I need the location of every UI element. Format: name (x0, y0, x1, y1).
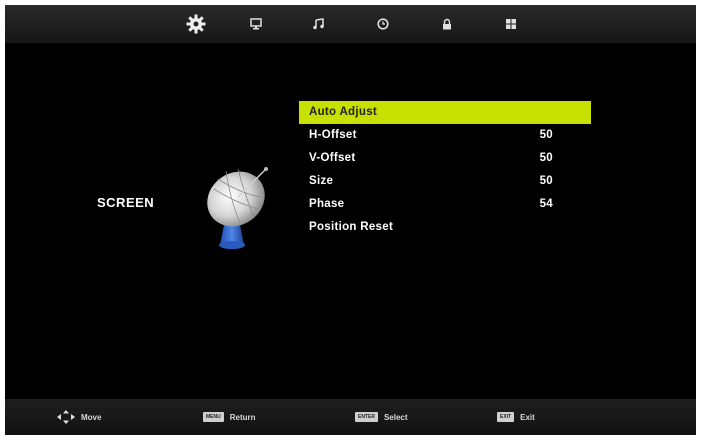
lock-icon[interactable] (436, 13, 458, 35)
key-hint-bar: Move MENU Return ENTER Select EXIT Exit (5, 399, 696, 435)
screen-settings-menu: Auto Adjust H-Offset 50 V-Offset 50 Size… (299, 101, 591, 239)
menu-item-label: Auto Adjust (309, 106, 378, 118)
menu-tab-bar (5, 5, 696, 43)
clock-icon[interactable] (372, 13, 394, 35)
menu-item-label: H-Offset (309, 129, 357, 141)
menu-item-label: Size (309, 175, 334, 187)
hint-return: MENU Return (203, 409, 256, 425)
menu-item-phase[interactable]: Phase 54 (299, 193, 591, 216)
arrows-icon (57, 410, 75, 424)
hint-select-label: Select (383, 412, 408, 422)
menu-item-value: 50 (539, 129, 553, 141)
monitor-icon[interactable] (245, 13, 267, 35)
gear-icon[interactable] (185, 13, 207, 35)
section-label: SCREEN (97, 195, 155, 210)
hint-exit-label: Exit (520, 412, 535, 422)
menu-item-value: 50 (539, 152, 553, 164)
tv-osd-screen: SCREEN Auto Adjust H-Offset 50 V-Offset … (5, 5, 696, 435)
menu-item-position-reset[interactable]: Position Reset (299, 216, 591, 239)
exit-key-badge: EXIT (497, 412, 515, 422)
menu-item-label: V-Offset (309, 152, 356, 164)
enter-key-badge: ENTER (355, 412, 378, 422)
menu-item-label: Position Reset (309, 221, 394, 233)
menu-item-value: 50 (539, 175, 553, 187)
satellite-dish-icon (200, 153, 280, 253)
hint-move-label: Move (81, 412, 102, 422)
hint-return-label: Return (229, 412, 256, 422)
menu-item-label: Phase (309, 198, 345, 210)
menu-item-value: 54 (539, 198, 553, 210)
menu-item-h-offset[interactable]: H-Offset 50 (299, 124, 591, 147)
menu-key-badge: MENU (203, 412, 224, 422)
hint-select: ENTER Select (355, 409, 408, 425)
menu-item-size[interactable]: Size 50 (299, 170, 591, 193)
music-icon[interactable] (307, 13, 329, 35)
menu-item-auto-adjust[interactable]: Auto Adjust (299, 101, 591, 124)
menu-item-v-offset[interactable]: V-Offset 50 (299, 147, 591, 170)
grid-icon[interactable] (500, 13, 522, 35)
hint-move: Move (57, 409, 101, 425)
hint-exit: EXIT Exit (497, 409, 535, 425)
